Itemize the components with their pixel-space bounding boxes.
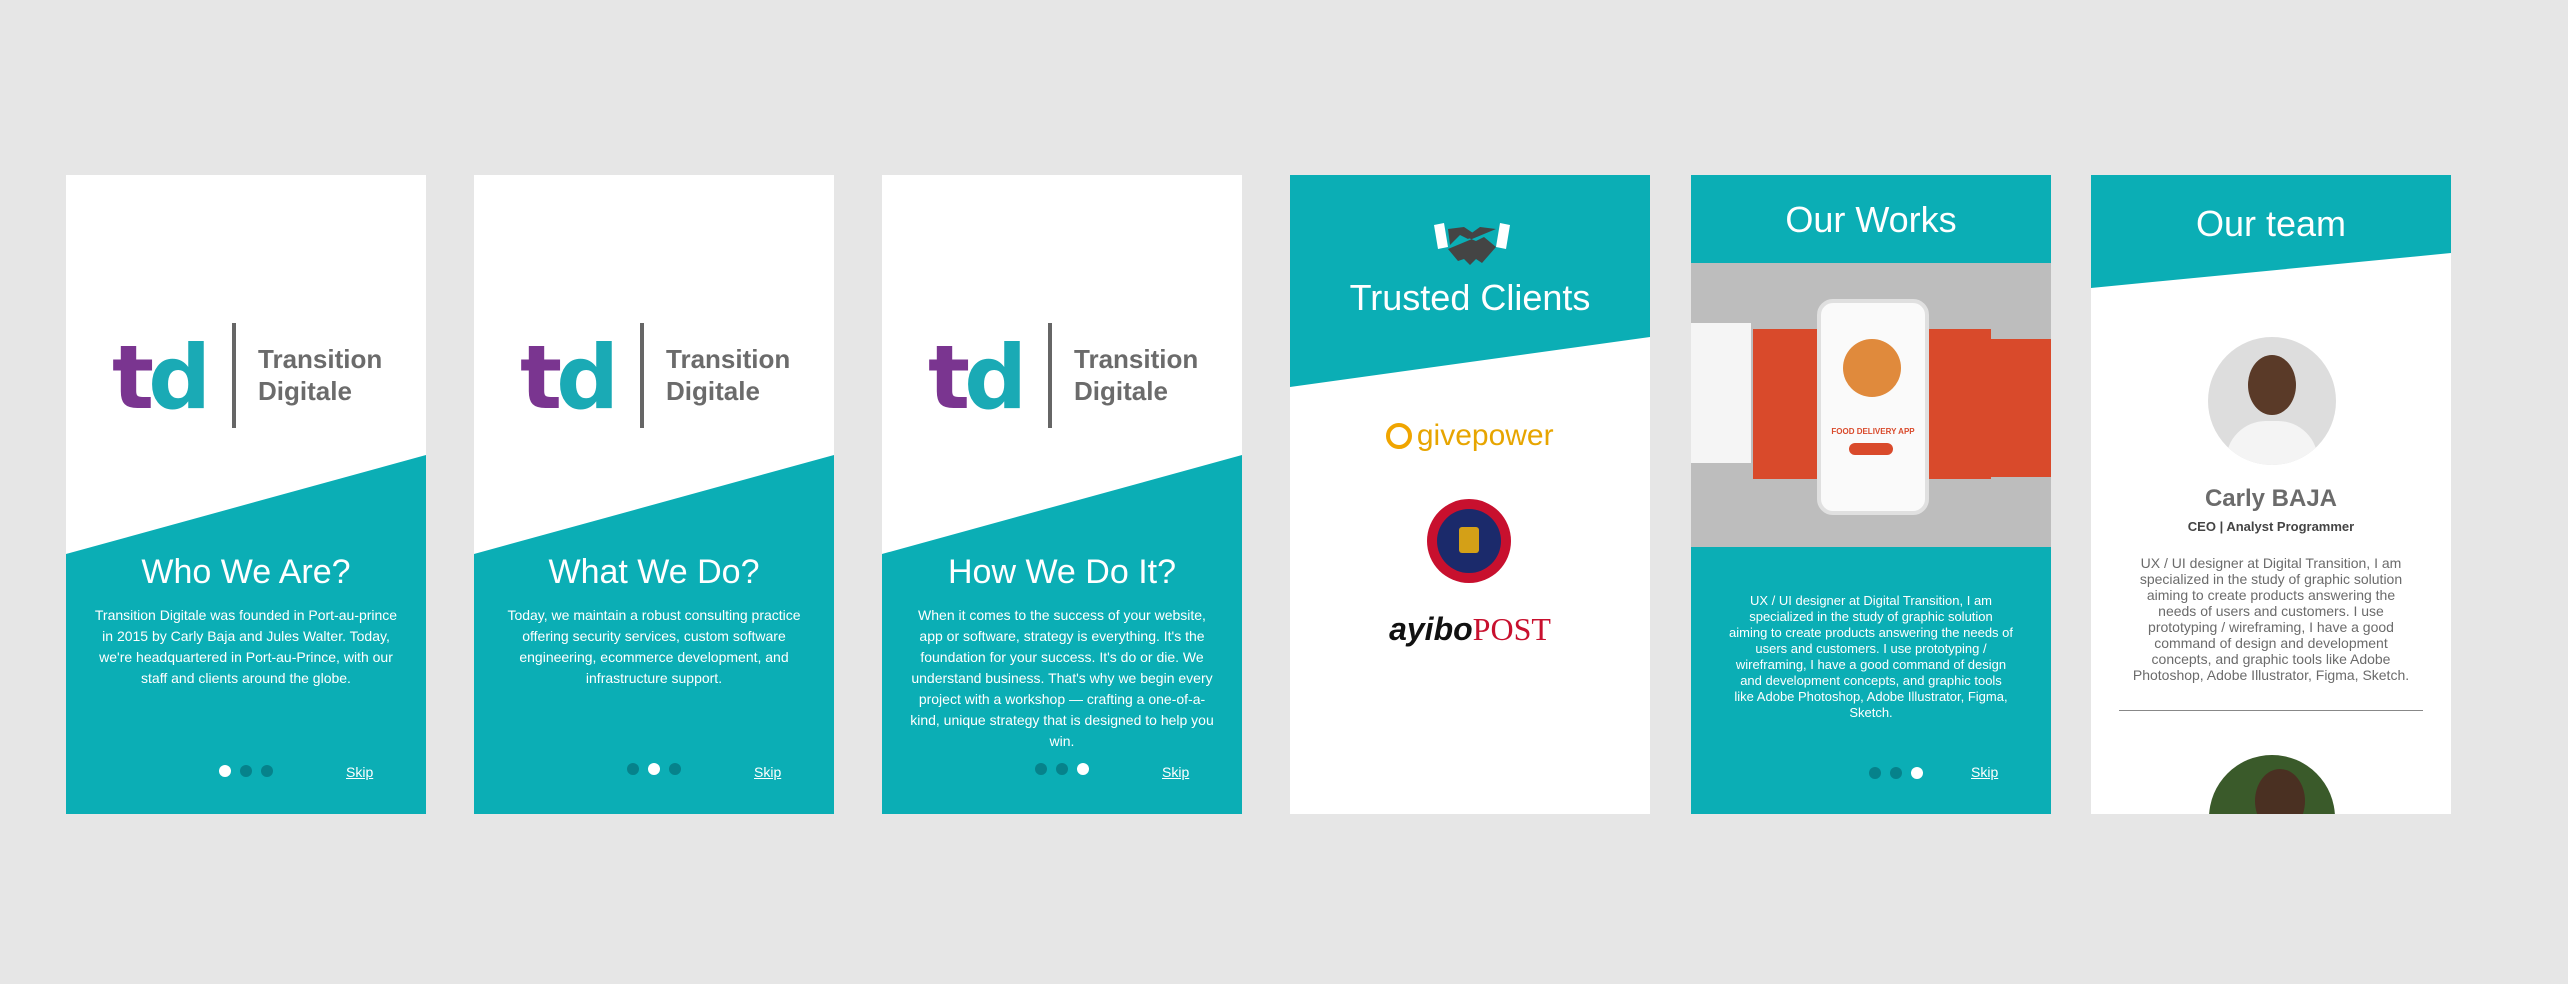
- pagination-dot[interactable]: [648, 763, 660, 775]
- slide-description: When it comes to the success of your web…: [910, 607, 1214, 749]
- pagination-dots: [1035, 763, 1089, 775]
- member-divider: [2119, 710, 2423, 711]
- pagination-dot[interactable]: [1077, 763, 1089, 775]
- slide-description: Transition Digitale was founded in Port-…: [94, 607, 398, 686]
- pagination-dot[interactable]: [1911, 767, 1923, 779]
- pagination-dot[interactable]: [261, 765, 273, 777]
- team-title: Our team: [2195, 203, 2347, 244]
- brand-logo: td Transition Digitale: [928, 323, 1208, 433]
- app-screen-mockup: [1927, 329, 1991, 479]
- pagination-dots: [1869, 767, 1923, 779]
- pagination-dot[interactable]: [1035, 763, 1047, 775]
- skip-link[interactable]: Skip: [1162, 764, 1189, 780]
- skip-link[interactable]: Skip: [346, 764, 373, 780]
- work-preview-image[interactable]: FOOD DELIVERY APP: [1691, 263, 2051, 547]
- client-logo-seal: [1427, 499, 1511, 583]
- slide-description: Today, we maintain a robust consulting p…: [507, 607, 801, 686]
- slide-title: What We Do?: [548, 553, 760, 591]
- pagination-dots: [219, 765, 273, 777]
- handshake-icon: [1434, 223, 1510, 265]
- works-title: Our Works: [1785, 199, 1957, 240]
- pagination-dot[interactable]: [1056, 763, 1068, 775]
- brand-logo: td Transition Digitale: [112, 323, 392, 433]
- works-description: UX / UI designer at Digital Transition, …: [1729, 593, 2014, 720]
- member-name: Carly BAJA: [2204, 485, 2338, 512]
- pagination-dots: [627, 763, 681, 775]
- logo-letters: td: [112, 326, 211, 429]
- pagination-dot[interactable]: [1890, 767, 1902, 779]
- avatar[interactable]: [2208, 337, 2336, 465]
- phone-mockup: FOOD DELIVERY APP: [1817, 299, 1929, 515]
- teal-background-shape: [474, 455, 834, 814]
- brand-logo: td Transition Digitale: [520, 323, 800, 433]
- onboarding-screen-how-we-do-it: td Transition Digitale How We Do It? When…: [882, 175, 1242, 814]
- onboarding-screen-who-we-are: td Transition Digitale Who We Are? Transi…: [66, 175, 426, 814]
- our-works-screen: Our Works FOOD DELIVERY APP UX / UI desi…: [1691, 175, 2051, 814]
- pagination-dot[interactable]: [627, 763, 639, 775]
- app-screen-mockup: [1691, 323, 1751, 463]
- member-role: CEO | Analyst Programmer: [2187, 519, 2355, 534]
- clients-title: Trusted Clients: [1349, 277, 1591, 318]
- skip-link[interactable]: Skip: [754, 764, 781, 780]
- logo-name: Transition Digitale: [1074, 344, 1199, 406]
- logo-letters: td: [928, 326, 1027, 429]
- client-logo-ayibopost: ayiboPOST: [1389, 611, 1551, 647]
- pagination-dot[interactable]: [1869, 767, 1881, 779]
- onboarding-screen-what-we-do: td Transition Digitale What We Do? Today,…: [474, 175, 834, 814]
- pagination-dot[interactable]: [219, 765, 231, 777]
- skip-link[interactable]: Skip: [1971, 764, 1998, 780]
- pagination-dot[interactable]: [240, 765, 252, 777]
- teal-background-shape: [66, 455, 426, 814]
- logo-letters: td: [520, 326, 619, 429]
- logo-divider: [232, 323, 236, 428]
- slide-title: How We Do It?: [947, 553, 1176, 591]
- client-logo-givepower: givepower: [1290, 419, 1650, 453]
- power-icon: [1386, 423, 1413, 449]
- app-screen-mockup: [1991, 339, 2051, 477]
- logo-divider: [1048, 323, 1052, 428]
- app-screen-mockup: [1753, 329, 1817, 479]
- logo-divider: [640, 323, 644, 428]
- pagination-dot[interactable]: [669, 763, 681, 775]
- logo-name: Transition Digitale: [666, 344, 791, 406]
- trusted-clients-screen: Trusted Clients givepower ayiboPOST: [1290, 175, 1650, 814]
- our-team-screen: Our team Carly BAJA CEO | Analyst Progra…: [2091, 175, 2451, 814]
- slide-title: Who We Are?: [141, 553, 351, 591]
- logo-name: Transition Digitale: [258, 344, 383, 406]
- member-bio: UX / UI designer at Digital Transition, …: [2132, 555, 2410, 683]
